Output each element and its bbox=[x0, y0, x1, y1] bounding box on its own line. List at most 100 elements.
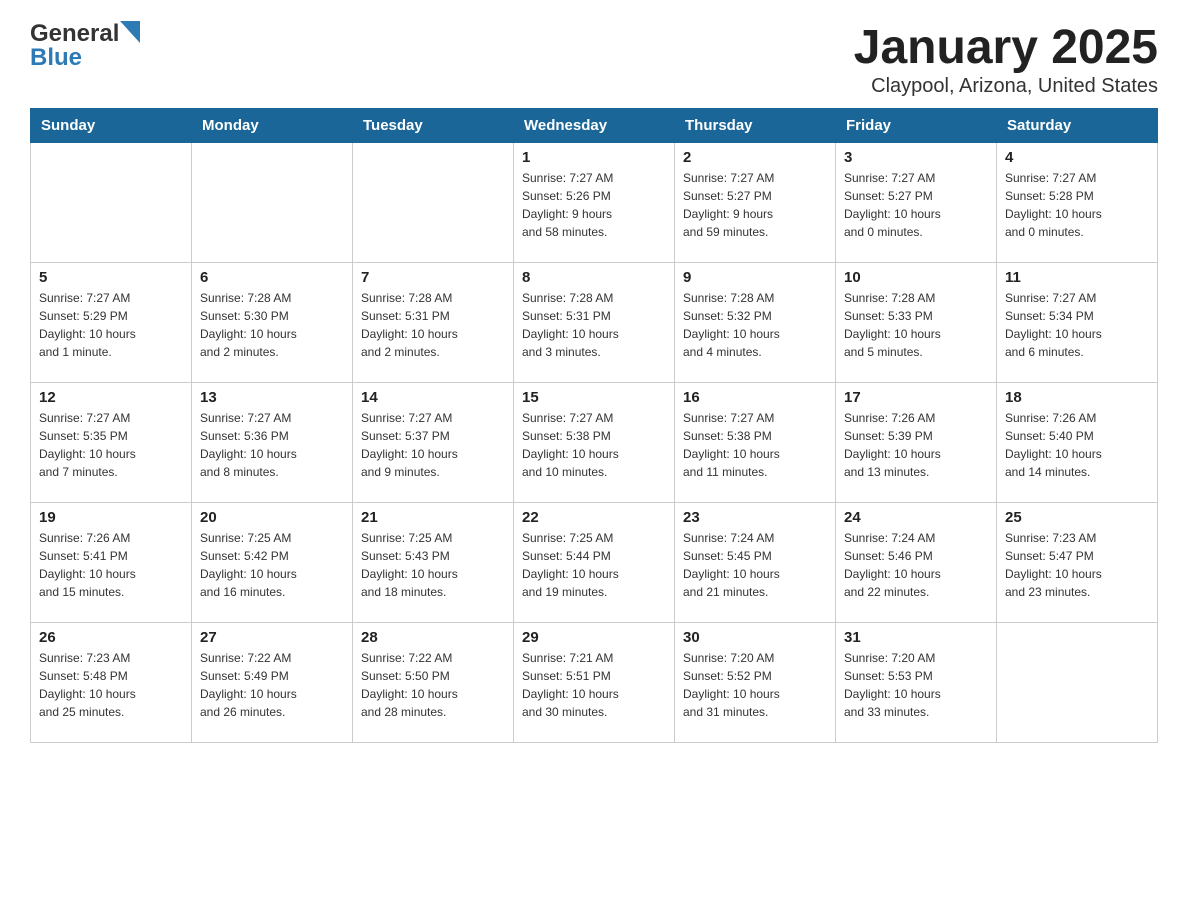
calendar-week-row: 5 Sunrise: 7:27 AMSunset: 5:29 PMDaylight… bbox=[31, 263, 1158, 383]
day-number: 30 bbox=[683, 629, 827, 646]
day-info: Sunrise: 7:20 AMSunset: 5:52 PMDaylight:… bbox=[683, 649, 827, 721]
day-number: 29 bbox=[522, 629, 666, 646]
day-info: Sunrise: 7:25 AMSunset: 5:44 PMDaylight:… bbox=[522, 529, 666, 601]
day-number: 17 bbox=[844, 389, 988, 406]
day-info: Sunrise: 7:24 AMSunset: 5:45 PMDaylight:… bbox=[683, 529, 827, 601]
day-number: 23 bbox=[683, 509, 827, 526]
day-number: 7 bbox=[361, 269, 505, 286]
day-number: 15 bbox=[522, 389, 666, 406]
day-info: Sunrise: 7:27 AMSunset: 5:38 PMDaylight:… bbox=[522, 409, 666, 481]
day-number: 26 bbox=[39, 629, 183, 646]
day-number: 11 bbox=[1005, 269, 1149, 286]
col-friday: Friday bbox=[836, 109, 997, 143]
day-number: 6 bbox=[200, 269, 344, 286]
day-info: Sunrise: 7:28 AMSunset: 5:32 PMDaylight:… bbox=[683, 289, 827, 361]
table-row: 10Sunrise: 7:28 AMSunset: 5:33 PMDayligh… bbox=[836, 263, 997, 383]
day-number: 3 bbox=[844, 149, 988, 166]
day-number: 31 bbox=[844, 629, 988, 646]
day-info: Sunrise: 7:27 AMSunset: 5:35 PMDaylight:… bbox=[39, 409, 183, 481]
logo: General Blue bbox=[30, 20, 141, 72]
day-info: Sunrise: 7:23 AMSunset: 5:47 PMDaylight:… bbox=[1005, 529, 1149, 601]
day-number: 12 bbox=[39, 389, 183, 406]
day-info: Sunrise: 7:27 AMSunset: 5:26 PMDaylight:… bbox=[522, 169, 666, 241]
day-info: Sunrise: 7:25 AMSunset: 5:43 PMDaylight:… bbox=[361, 529, 505, 601]
table-row: 5 Sunrise: 7:27 AMSunset: 5:29 PMDaylight… bbox=[31, 263, 192, 383]
day-info: Sunrise: 7:21 AMSunset: 5:51 PMDaylight:… bbox=[522, 649, 666, 721]
day-info: Sunrise: 7:25 AMSunset: 5:42 PMDaylight:… bbox=[200, 529, 344, 601]
table-row: 30 Sunrise: 7:20 AMSunset: 5:52 PMDayligh… bbox=[675, 623, 836, 743]
day-number: 4 bbox=[1005, 149, 1149, 166]
day-number: 2 bbox=[683, 149, 827, 166]
table-row: 23 Sunrise: 7:24 AMSunset: 5:45 PMDayligh… bbox=[675, 503, 836, 623]
day-info: Sunrise: 7:27 AMSunset: 5:29 PMDaylight:… bbox=[39, 289, 183, 361]
table-row: 18 Sunrise: 7:26 AMSunset: 5:40 PMDayligh… bbox=[997, 383, 1158, 503]
day-number: 25 bbox=[1005, 509, 1149, 526]
day-number: 21 bbox=[361, 509, 505, 526]
title-block: January 2025 Claypool, Arizona, United S… bbox=[854, 20, 1158, 98]
col-sunday: Sunday bbox=[31, 109, 192, 143]
day-info: Sunrise: 7:22 AMSunset: 5:49 PMDaylight:… bbox=[200, 649, 344, 721]
day-number: 9 bbox=[683, 269, 827, 286]
table-row: 26 Sunrise: 7:23 AMSunset: 5:48 PMDayligh… bbox=[31, 623, 192, 743]
table-row: 25 Sunrise: 7:23 AMSunset: 5:47 PMDayligh… bbox=[997, 503, 1158, 623]
table-row: 13 Sunrise: 7:27 AMSunset: 5:36 PMDayligh… bbox=[192, 383, 353, 503]
day-number: 5 bbox=[39, 269, 183, 286]
day-number: 1 bbox=[522, 149, 666, 166]
table-row: 3 Sunrise: 7:27 AMSunset: 5:27 PMDaylight… bbox=[836, 143, 997, 263]
day-number: 19 bbox=[39, 509, 183, 526]
table-row: 17 Sunrise: 7:26 AMSunset: 5:39 PMDayligh… bbox=[836, 383, 997, 503]
day-number: 28 bbox=[361, 629, 505, 646]
col-thursday: Thursday bbox=[675, 109, 836, 143]
day-number: 14 bbox=[361, 389, 505, 406]
day-info: Sunrise: 7:28 AMSunset: 5:31 PMDaylight:… bbox=[522, 289, 666, 361]
table-row bbox=[31, 143, 192, 263]
table-row: 27 Sunrise: 7:22 AMSunset: 5:49 PMDayligh… bbox=[192, 623, 353, 743]
table-row: 7Sunrise: 7:28 AMSunset: 5:31 PMDaylight… bbox=[353, 263, 514, 383]
table-row: 22Sunrise: 7:25 AMSunset: 5:44 PMDayligh… bbox=[514, 503, 675, 623]
day-number: 27 bbox=[200, 629, 344, 646]
day-number: 18 bbox=[1005, 389, 1149, 406]
calendar-week-row: 26 Sunrise: 7:23 AMSunset: 5:48 PMDayligh… bbox=[31, 623, 1158, 743]
col-saturday: Saturday bbox=[997, 109, 1158, 143]
logo-blue-text: Blue bbox=[30, 44, 82, 72]
day-info: Sunrise: 7:27 AMSunset: 5:27 PMDaylight:… bbox=[844, 169, 988, 241]
page-subtitle: Claypool, Arizona, United States bbox=[854, 75, 1158, 98]
table-row: 16Sunrise: 7:27 AMSunset: 5:38 PMDayligh… bbox=[675, 383, 836, 503]
calendar-week-row: 1 Sunrise: 7:27 AMSunset: 5:26 PMDaylight… bbox=[31, 143, 1158, 263]
day-info: Sunrise: 7:23 AMSunset: 5:48 PMDaylight:… bbox=[39, 649, 183, 721]
table-row: 4 Sunrise: 7:27 AMSunset: 5:28 PMDaylight… bbox=[997, 143, 1158, 263]
day-info: Sunrise: 7:22 AMSunset: 5:50 PMDaylight:… bbox=[361, 649, 505, 721]
day-info: Sunrise: 7:27 AMSunset: 5:34 PMDaylight:… bbox=[1005, 289, 1149, 361]
table-row: 24Sunrise: 7:24 AMSunset: 5:46 PMDayligh… bbox=[836, 503, 997, 623]
table-row bbox=[192, 143, 353, 263]
table-row: 11 Sunrise: 7:27 AMSunset: 5:34 PMDayligh… bbox=[997, 263, 1158, 383]
col-monday: Monday bbox=[192, 109, 353, 143]
table-row: 15 Sunrise: 7:27 AMSunset: 5:38 PMDayligh… bbox=[514, 383, 675, 503]
day-info: Sunrise: 7:28 AMSunset: 5:30 PMDaylight:… bbox=[200, 289, 344, 361]
page-header: General Blue January 2025 Claypool, Ariz… bbox=[30, 20, 1158, 98]
table-row: 21 Sunrise: 7:25 AMSunset: 5:43 PMDayligh… bbox=[353, 503, 514, 623]
day-number: 13 bbox=[200, 389, 344, 406]
table-row: 9 Sunrise: 7:28 AMSunset: 5:32 PMDaylight… bbox=[675, 263, 836, 383]
table-row bbox=[997, 623, 1158, 743]
day-info: Sunrise: 7:26 AMSunset: 5:41 PMDaylight:… bbox=[39, 529, 183, 601]
day-info: Sunrise: 7:26 AMSunset: 5:39 PMDaylight:… bbox=[844, 409, 988, 481]
day-info: Sunrise: 7:27 AMSunset: 5:28 PMDaylight:… bbox=[1005, 169, 1149, 241]
day-info: Sunrise: 7:27 AMSunset: 5:36 PMDaylight:… bbox=[200, 409, 344, 481]
table-row: 29 Sunrise: 7:21 AMSunset: 5:51 PMDayligh… bbox=[514, 623, 675, 743]
logo-triangle-icon bbox=[120, 21, 140, 43]
day-info: Sunrise: 7:26 AMSunset: 5:40 PMDaylight:… bbox=[1005, 409, 1149, 481]
table-row: 20Sunrise: 7:25 AMSunset: 5:42 PMDayligh… bbox=[192, 503, 353, 623]
table-row: 1 Sunrise: 7:27 AMSunset: 5:26 PMDaylight… bbox=[514, 143, 675, 263]
table-row bbox=[353, 143, 514, 263]
table-row: 14 Sunrise: 7:27 AMSunset: 5:37 PMDayligh… bbox=[353, 383, 514, 503]
day-number: 8 bbox=[522, 269, 666, 286]
day-number: 24 bbox=[844, 509, 988, 526]
day-info: Sunrise: 7:27 AMSunset: 5:27 PMDaylight:… bbox=[683, 169, 827, 241]
table-row: 12 Sunrise: 7:27 AMSunset: 5:35 PMDayligh… bbox=[31, 383, 192, 503]
table-row: 28 Sunrise: 7:22 AMSunset: 5:50 PMDayligh… bbox=[353, 623, 514, 743]
table-row: 19 Sunrise: 7:26 AMSunset: 5:41 PMDayligh… bbox=[31, 503, 192, 623]
calendar-week-row: 12 Sunrise: 7:27 AMSunset: 5:35 PMDayligh… bbox=[31, 383, 1158, 503]
day-number: 10 bbox=[844, 269, 988, 286]
day-info: Sunrise: 7:27 AMSunset: 5:37 PMDaylight:… bbox=[361, 409, 505, 481]
